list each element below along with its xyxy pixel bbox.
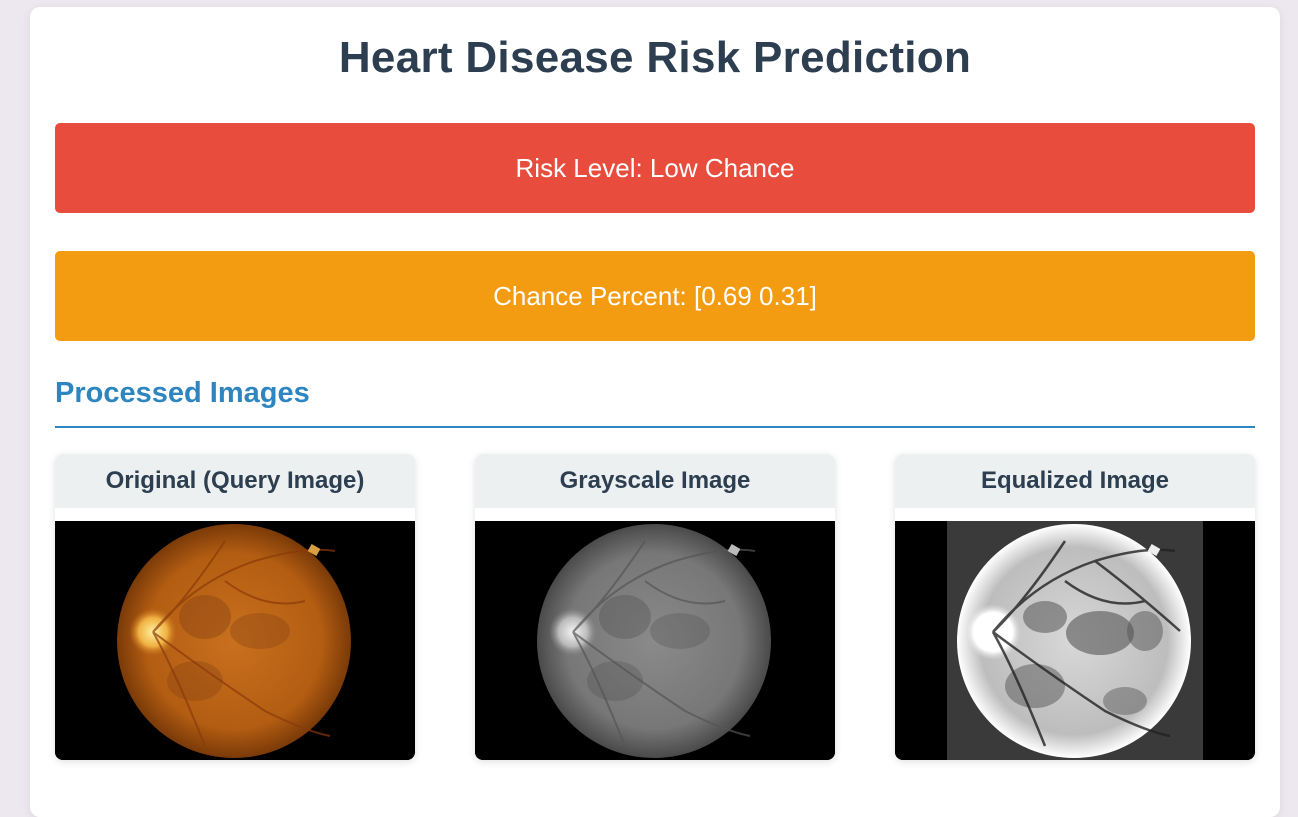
image-card-header: Original (Query Image) <box>55 454 415 508</box>
original-fundus-image <box>55 521 415 760</box>
image-card-label: Equalized Image <box>980 467 1170 494</box>
risk-level-text: Risk Level: Low Chance <box>515 152 795 183</box>
image-card-header: Equalized Image <box>895 454 1255 508</box>
equalized-fundus-image <box>895 521 1255 760</box>
section-title: Processed Images <box>55 377 310 409</box>
section-divider <box>55 426 1255 428</box>
result-card: Heart Disease Risk Prediction Risk Level… <box>30 7 1280 817</box>
image-card-grayscale: Grayscale Image <box>475 454 835 760</box>
risk-level-banner: Risk Level: Low Chance <box>55 123 1255 213</box>
image-card-label: Grayscale Image <box>559 467 751 494</box>
image-card-original: Original (Query Image) <box>55 454 415 760</box>
image-card-label: Original (Query Image) <box>105 467 365 494</box>
grayscale-fundus-image <box>475 521 835 760</box>
image-card-equalized: Equalized Image <box>895 454 1255 760</box>
chance-percent-text: Chance Percent: [0.69 0.31] <box>493 280 817 311</box>
chance-percent-banner: Chance Percent: [0.69 0.31] <box>55 251 1255 341</box>
page-title: Heart Disease Risk Prediction <box>338 33 972 82</box>
image-card-header: Grayscale Image <box>475 454 835 508</box>
